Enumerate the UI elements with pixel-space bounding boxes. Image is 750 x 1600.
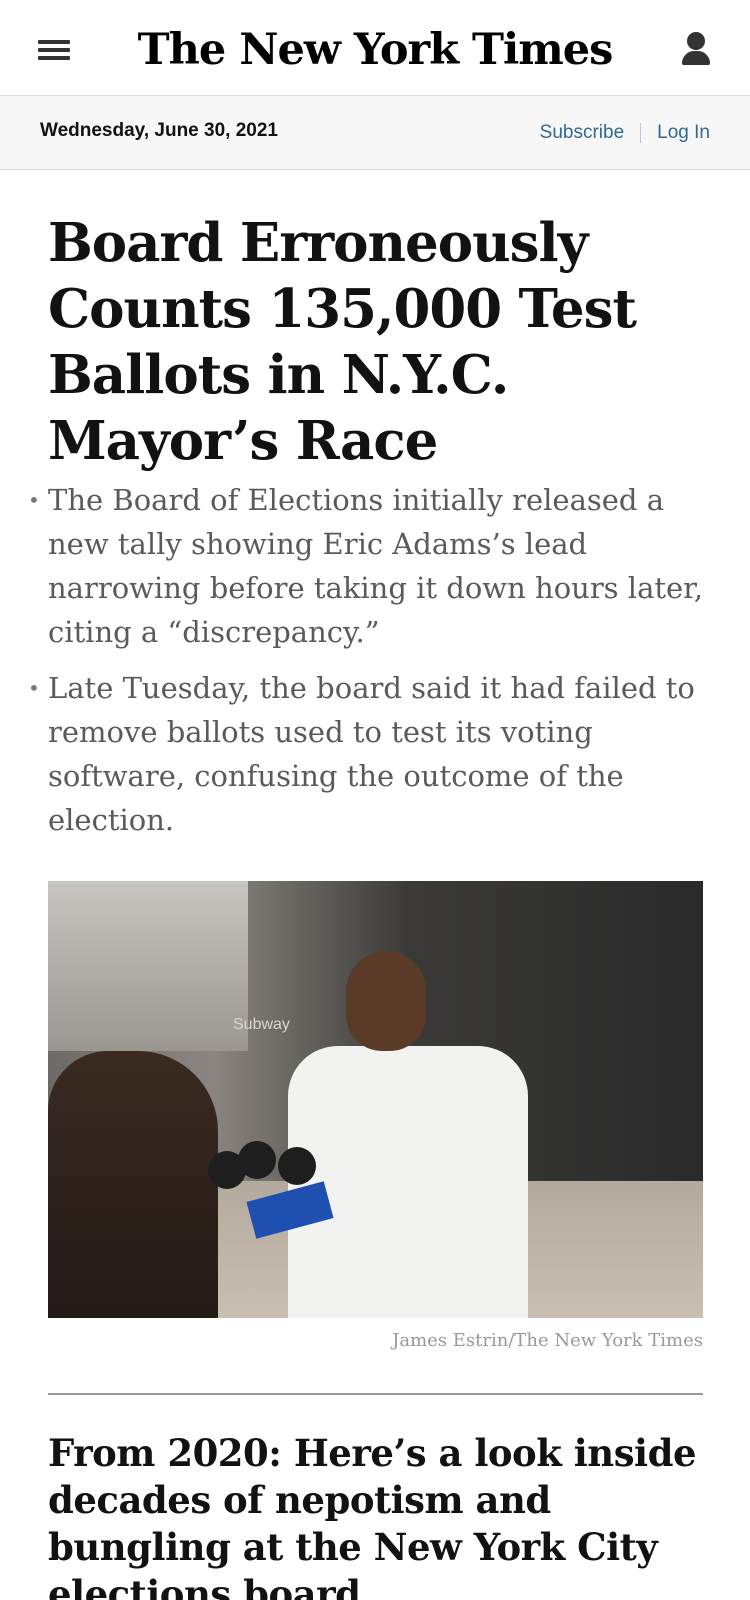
microphone-icon — [278, 1147, 316, 1185]
menu-line — [38, 40, 70, 44]
user-account-icon[interactable] — [678, 30, 714, 68]
summary-text: Late Tuesday, the board said it had fail… — [48, 671, 695, 837]
account-body — [682, 51, 710, 65]
summary-item: • The Board of Elections initially relea… — [28, 478, 708, 654]
nyt-logo[interactable]: The New York Times — [138, 22, 614, 78]
login-link[interactable]: Log In — [657, 122, 710, 144]
article-headline: Board Erroneously Counts 135,000 Test Ba… — [48, 212, 637, 472]
related-article-link[interactable]: From 2020: Here’s a look inside decades … — [48, 1430, 708, 1600]
photo-subject-face — [346, 951, 426, 1051]
mic-flag — [246, 1181, 334, 1239]
article-photo[interactable]: Subway — [48, 881, 703, 1318]
microphone-icon — [238, 1141, 276, 1179]
subway-sign: Subway — [233, 1016, 290, 1033]
auth-divider — [640, 123, 642, 143]
menu-line — [38, 56, 70, 60]
menu-line — [38, 48, 70, 52]
photo-credit: James Estrin/The New York Times — [392, 1330, 703, 1351]
current-date: Wednesday, June 30, 2021 — [40, 120, 278, 141]
section-divider — [48, 1393, 703, 1395]
photo-background-building — [48, 881, 248, 1051]
hamburger-menu-icon[interactable] — [38, 38, 70, 62]
masthead: The New York Times — [0, 0, 750, 96]
microphones — [208, 1141, 338, 1318]
article-summary-list: • The Board of Elections initially relea… — [28, 478, 708, 854]
date-bar: Wednesday, June 30, 2021 Subscribe Log I… — [0, 96, 750, 170]
summary-text: The Board of Elections initially release… — [48, 483, 704, 649]
auth-links: Subscribe Log In — [540, 122, 710, 144]
bullet-icon: • — [28, 488, 40, 512]
summary-item: • Late Tuesday, the board said it had fa… — [28, 666, 708, 842]
bullet-icon: • — [28, 676, 40, 700]
account-head — [687, 32, 705, 50]
photo-crowd — [48, 1051, 218, 1318]
subscribe-link[interactable]: Subscribe — [540, 122, 625, 144]
